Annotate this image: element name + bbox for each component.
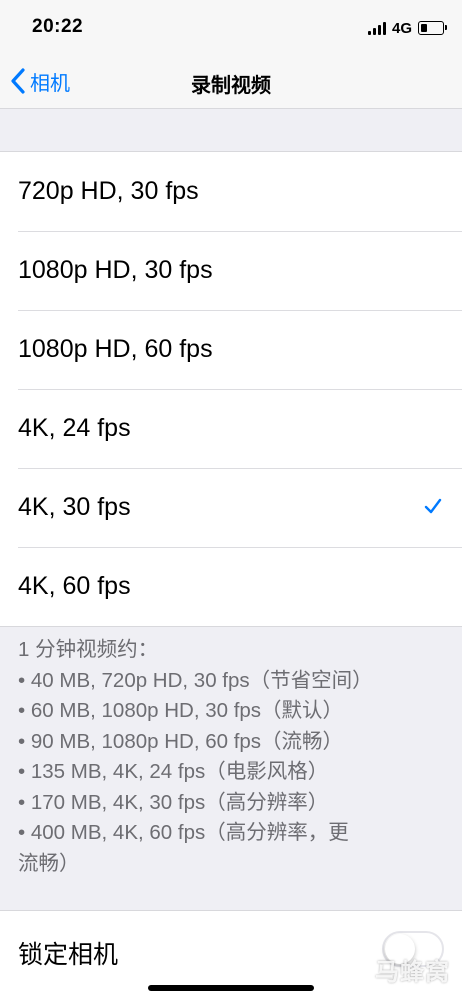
note-line: 1 分钟视频约：: [18, 638, 159, 661]
option-720p-30fps[interactable]: 720p HD, 30 fps: [0, 152, 462, 231]
status-indicators: 4G: [367, 18, 447, 38]
watermark: 马蜂窝: [345, 952, 450, 987]
option-label: 4K, 30 fps: [18, 493, 131, 521]
network-label: 4G: [391, 19, 412, 37]
option-1080p-60fps[interactable]: 1080p HD, 60 fps: [0, 310, 462, 389]
status-bar: 20:22 4G: [0, 0, 462, 56]
lock-camera-label: 锁定相机: [18, 941, 119, 969]
note-line: • 60 MB, 1080p HD, 30 fps（默认）: [18, 699, 344, 722]
option-1080p-30fps[interactable]: 1080p HD, 30 fps: [0, 231, 462, 310]
note-line: • 400 MB, 4K, 60 fps（高分辨率，更: [18, 821, 349, 844]
video-format-list: 720p HD, 30 fps 1080p HD, 30 fps 1080p H…: [0, 151, 462, 627]
option-label: 4K, 60 fps: [18, 572, 131, 600]
option-label: 4K, 24 fps: [18, 414, 131, 442]
home-indicator[interactable]: [148, 985, 314, 991]
note-line: • 90 MB, 1080p HD, 60 fps（流畅）: [18, 729, 344, 753]
option-4k-60fps[interactable]: 4K, 60 fps: [0, 547, 462, 626]
option-label: 1080p HD, 30 fps: [18, 256, 213, 284]
mail-logo-icon: [346, 960, 370, 979]
battery-icon: [418, 21, 447, 35]
watermark-text: 马蜂窝: [375, 959, 450, 986]
note-line: 流畅）: [18, 851, 80, 875]
checkmark-icon: [424, 498, 442, 514]
storage-size-note: 1 分钟视频约： • 40 MB, 720p HD, 30 fps（节省空间） …: [18, 635, 448, 879]
note-line: • 170 MB, 4K, 30 fps（高分辨率）: [18, 790, 329, 814]
note-line: • 40 MB, 720p HD, 30 fps（节省空间）: [18, 668, 373, 692]
status-time: 20:22: [32, 16, 84, 37]
note-line: • 135 MB, 4K, 24 fps（电影风格）: [18, 760, 329, 783]
option-label: 720p HD, 30 fps: [18, 177, 199, 205]
option-4k-24fps[interactable]: 4K, 24 fps: [0, 389, 462, 468]
option-label: 1080p HD, 60 fps: [18, 335, 213, 363]
page-title: 录制视频: [191, 75, 271, 97]
navigation-bar: 相机 录制视频: [0, 56, 462, 109]
signal-icon: [367, 21, 386, 35]
option-4k-30fps[interactable]: 4K, 30 fps: [0, 468, 462, 547]
